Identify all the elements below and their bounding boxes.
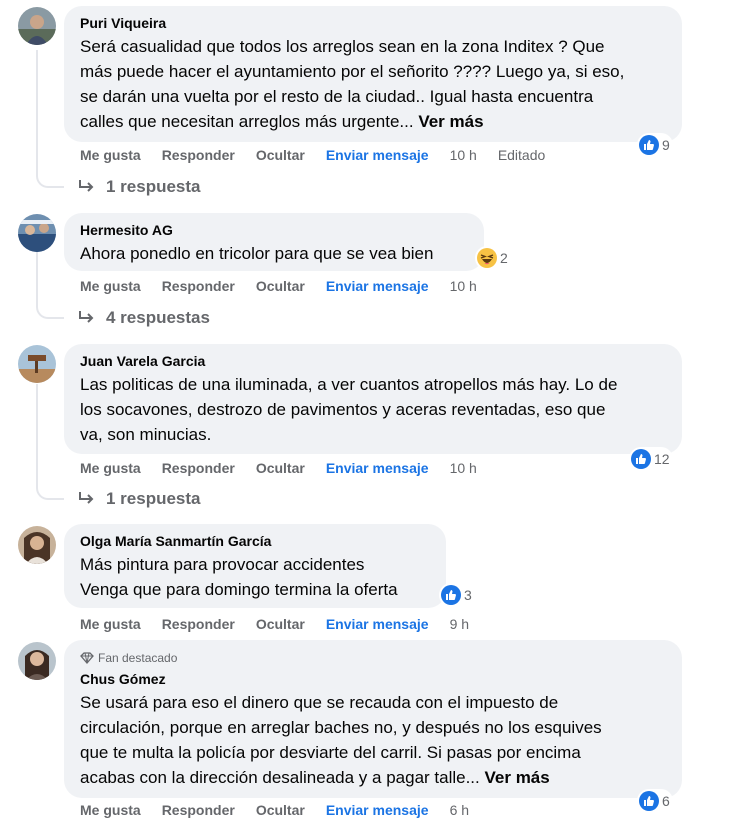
comment-author[interactable]: Juan Varela Garcia [80, 352, 668, 370]
thread-line [36, 384, 38, 476]
hide-button[interactable]: Ocultar [256, 802, 305, 818]
thread-connector [36, 295, 64, 319]
timestamp[interactable]: 10 h [450, 147, 477, 163]
thread-line [36, 252, 38, 295]
like-button[interactable]: Me gusta [80, 802, 141, 818]
like-button[interactable]: Me gusta [80, 460, 141, 476]
send-message-button[interactable]: Enviar mensaje [326, 460, 429, 476]
diamond-icon [80, 652, 94, 664]
comment-author[interactable]: Puri Viqueira [80, 14, 668, 32]
like-icon [639, 135, 659, 155]
comment-bubble: Juan Varela Garcia Las politicas de una … [64, 344, 682, 454]
comment-author[interactable]: Hermesito AG [80, 221, 470, 239]
comment-text: Más pintura para provocar accidentes Ven… [80, 555, 398, 599]
reaction-count[interactable]: 12 [629, 447, 673, 471]
reply-button[interactable]: Responder [162, 802, 235, 818]
reply-button[interactable]: Responder [162, 460, 235, 476]
send-message-button[interactable]: Enviar mensaje [326, 278, 429, 294]
comment-bubble: Fan destacado Chus Gómez Se usará para e… [64, 640, 682, 798]
reply-arrow-icon [79, 180, 94, 192]
send-message-button[interactable]: Enviar mensaje [326, 616, 429, 632]
comment-author[interactable]: Chus Gómez [80, 670, 668, 688]
like-button[interactable]: Me gusta [80, 616, 141, 632]
comment-actions: Me gusta Responder Ocultar Enviar mensaj… [80, 146, 545, 164]
timestamp[interactable]: 10 h [450, 278, 477, 294]
timestamp[interactable]: 9 h [450, 616, 469, 632]
avatar[interactable] [18, 214, 56, 252]
like-icon [639, 791, 659, 811]
comment-author[interactable]: Olga María Sanmartín García [80, 532, 432, 550]
thread-line [36, 50, 38, 164]
see-more-link[interactable]: Ver más [418, 112, 483, 131]
comment-actions: Me gusta Responder Ocultar Enviar mensaj… [80, 459, 498, 477]
comment-actions: Me gusta Responder Ocultar Enviar mensaj… [80, 615, 490, 633]
thread-connector [36, 476, 64, 500]
thread-connector [36, 164, 64, 188]
view-replies-button[interactable]: 1 respuesta [78, 488, 201, 510]
hide-button[interactable]: Ocultar [256, 147, 305, 163]
comment-actions: Me gusta Responder Ocultar Enviar mensaj… [80, 801, 490, 819]
send-message-button[interactable]: Enviar mensaje [326, 802, 429, 818]
top-fan-badge[interactable]: Fan destacado [80, 649, 668, 667]
comment-bubble: Olga María Sanmartín García Más pintura … [64, 524, 446, 608]
reply-arrow-icon [79, 311, 94, 323]
avatar[interactable] [18, 7, 56, 45]
haha-icon [477, 248, 497, 268]
like-button[interactable]: Me gusta [80, 278, 141, 294]
reaction-count[interactable]: 2 [475, 246, 511, 270]
reaction-count[interactable]: 9 [637, 133, 673, 157]
avatar[interactable] [18, 345, 56, 383]
hide-button[interactable]: Ocultar [256, 460, 305, 476]
hide-button[interactable]: Ocultar [256, 278, 305, 294]
comment-actions: Me gusta Responder Ocultar Enviar mensaj… [80, 277, 498, 295]
reply-button[interactable]: Responder [162, 278, 235, 294]
avatar[interactable] [18, 642, 56, 680]
comment-text: Será casualidad que todos los arreglos s… [80, 37, 625, 131]
reply-arrow-icon [79, 492, 94, 504]
comment-text: Se usará para eso el dinero que se recau… [80, 693, 602, 787]
timestamp[interactable]: 10 h [450, 460, 477, 476]
like-icon [441, 585, 461, 605]
see-more-link[interactable]: Ver más [485, 768, 550, 787]
comment-bubble: Hermesito AG Ahora ponedlo en tricolor p… [64, 213, 484, 271]
view-replies-button[interactable]: 4 respuestas [78, 307, 210, 329]
view-replies-button[interactable]: 1 respuesta [78, 176, 201, 198]
reaction-count[interactable]: 3 [439, 583, 475, 607]
edited-label: Editado [497, 147, 546, 163]
reply-button[interactable]: Responder [162, 147, 235, 163]
send-message-button[interactable]: Enviar mensaje [326, 147, 429, 163]
avatar[interactable] [18, 526, 56, 564]
like-button[interactable]: Me gusta [80, 147, 141, 163]
hide-button[interactable]: Ocultar [256, 616, 305, 632]
like-icon [631, 449, 651, 469]
reaction-count[interactable]: 6 [637, 789, 673, 813]
comment-bubble: Puri Viqueira Será casualidad que todos … [64, 6, 682, 142]
comment-text: Las politicas de una iluminada, a ver cu… [80, 375, 618, 444]
timestamp[interactable]: 6 h [450, 802, 469, 818]
reply-button[interactable]: Responder [162, 616, 235, 632]
comment-text: Ahora ponedlo en tricolor para que se ve… [80, 244, 434, 263]
